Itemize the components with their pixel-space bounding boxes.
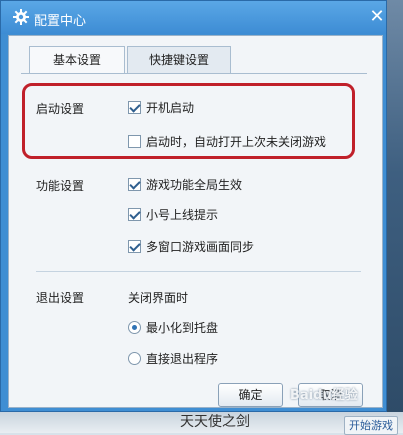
background-game-title: 天天使之剑 [180, 414, 250, 430]
exit-program-radio[interactable]: 直接退出程序 [128, 349, 218, 367]
multi-window-sync-label: 多窗口游戏画面同步 [146, 239, 255, 254]
ok-button[interactable]: 确定 [218, 383, 283, 407]
checkbox-checked-icon [128, 239, 141, 253]
radio-unselected-icon [128, 351, 141, 365]
auto-start-label: 开机启动 [146, 100, 195, 115]
background-app-sidebar [387, 0, 403, 433]
title-bar[interactable]: 配置中心 ✕ [1, 1, 386, 34]
alt-online-alert-label: 小号上线提示 [146, 207, 219, 222]
watermark: Baidu经验 [290, 388, 358, 403]
global-effect-checkbox[interactable]: 游戏功能全局生效 [128, 175, 242, 193]
checkbox-checked-icon [128, 100, 141, 114]
background-start-game-button[interactable]: 开始游戏 [344, 416, 398, 435]
global-effect-label: 游戏功能全局生效 [146, 177, 243, 192]
on-close-label: 关闭界面时 [128, 291, 189, 305]
radio-selected-icon [128, 320, 141, 334]
reopen-games-label: 启动时，自动打开上次未关闭游戏 [146, 134, 327, 149]
alt-online-alert-checkbox[interactable]: 小号上线提示 [128, 205, 218, 223]
startup-settings-label: 启动设置 [36, 102, 85, 116]
exit-program-label: 直接退出程序 [146, 351, 219, 366]
settings-panel: 基本设置 快捷键设置 启动设置 开机启动 启动时，自动打开上次未关闭游戏 功能设… [8, 35, 383, 408]
minimize-to-tray-label: 最小化到托盘 [146, 320, 219, 335]
close-icon[interactable]: ✕ [367, 7, 387, 27]
tab-divider [21, 73, 367, 74]
window-title: 配置中心 [34, 14, 87, 29]
tab-basic-settings[interactable]: 基本设置 [29, 46, 125, 74]
feature-settings-label: 功能设置 [36, 179, 85, 193]
checkbox-checked-icon [128, 177, 141, 191]
reopen-games-checkbox[interactable]: 启动时，自动打开上次未关闭游戏 [128, 132, 326, 150]
tab-hotkey-settings[interactable]: 快捷键设置 [127, 46, 231, 73]
exit-settings-label: 退出设置 [36, 291, 85, 305]
gear-icon [13, 9, 29, 25]
minimize-to-tray-radio[interactable]: 最小化到托盘 [128, 318, 218, 336]
auto-start-checkbox[interactable]: 开机启动 [128, 98, 194, 116]
multi-window-sync-checkbox[interactable]: 多窗口游戏画面同步 [128, 237, 254, 255]
section-divider [36, 271, 361, 272]
checkbox-unchecked-icon [128, 134, 141, 148]
checkbox-checked-icon [128, 207, 141, 221]
config-dialog: 配置中心 ✕ 基本设置 快捷键设置 启动设置 开机启动 启动时，自动打开上次未关… [0, 0, 387, 412]
